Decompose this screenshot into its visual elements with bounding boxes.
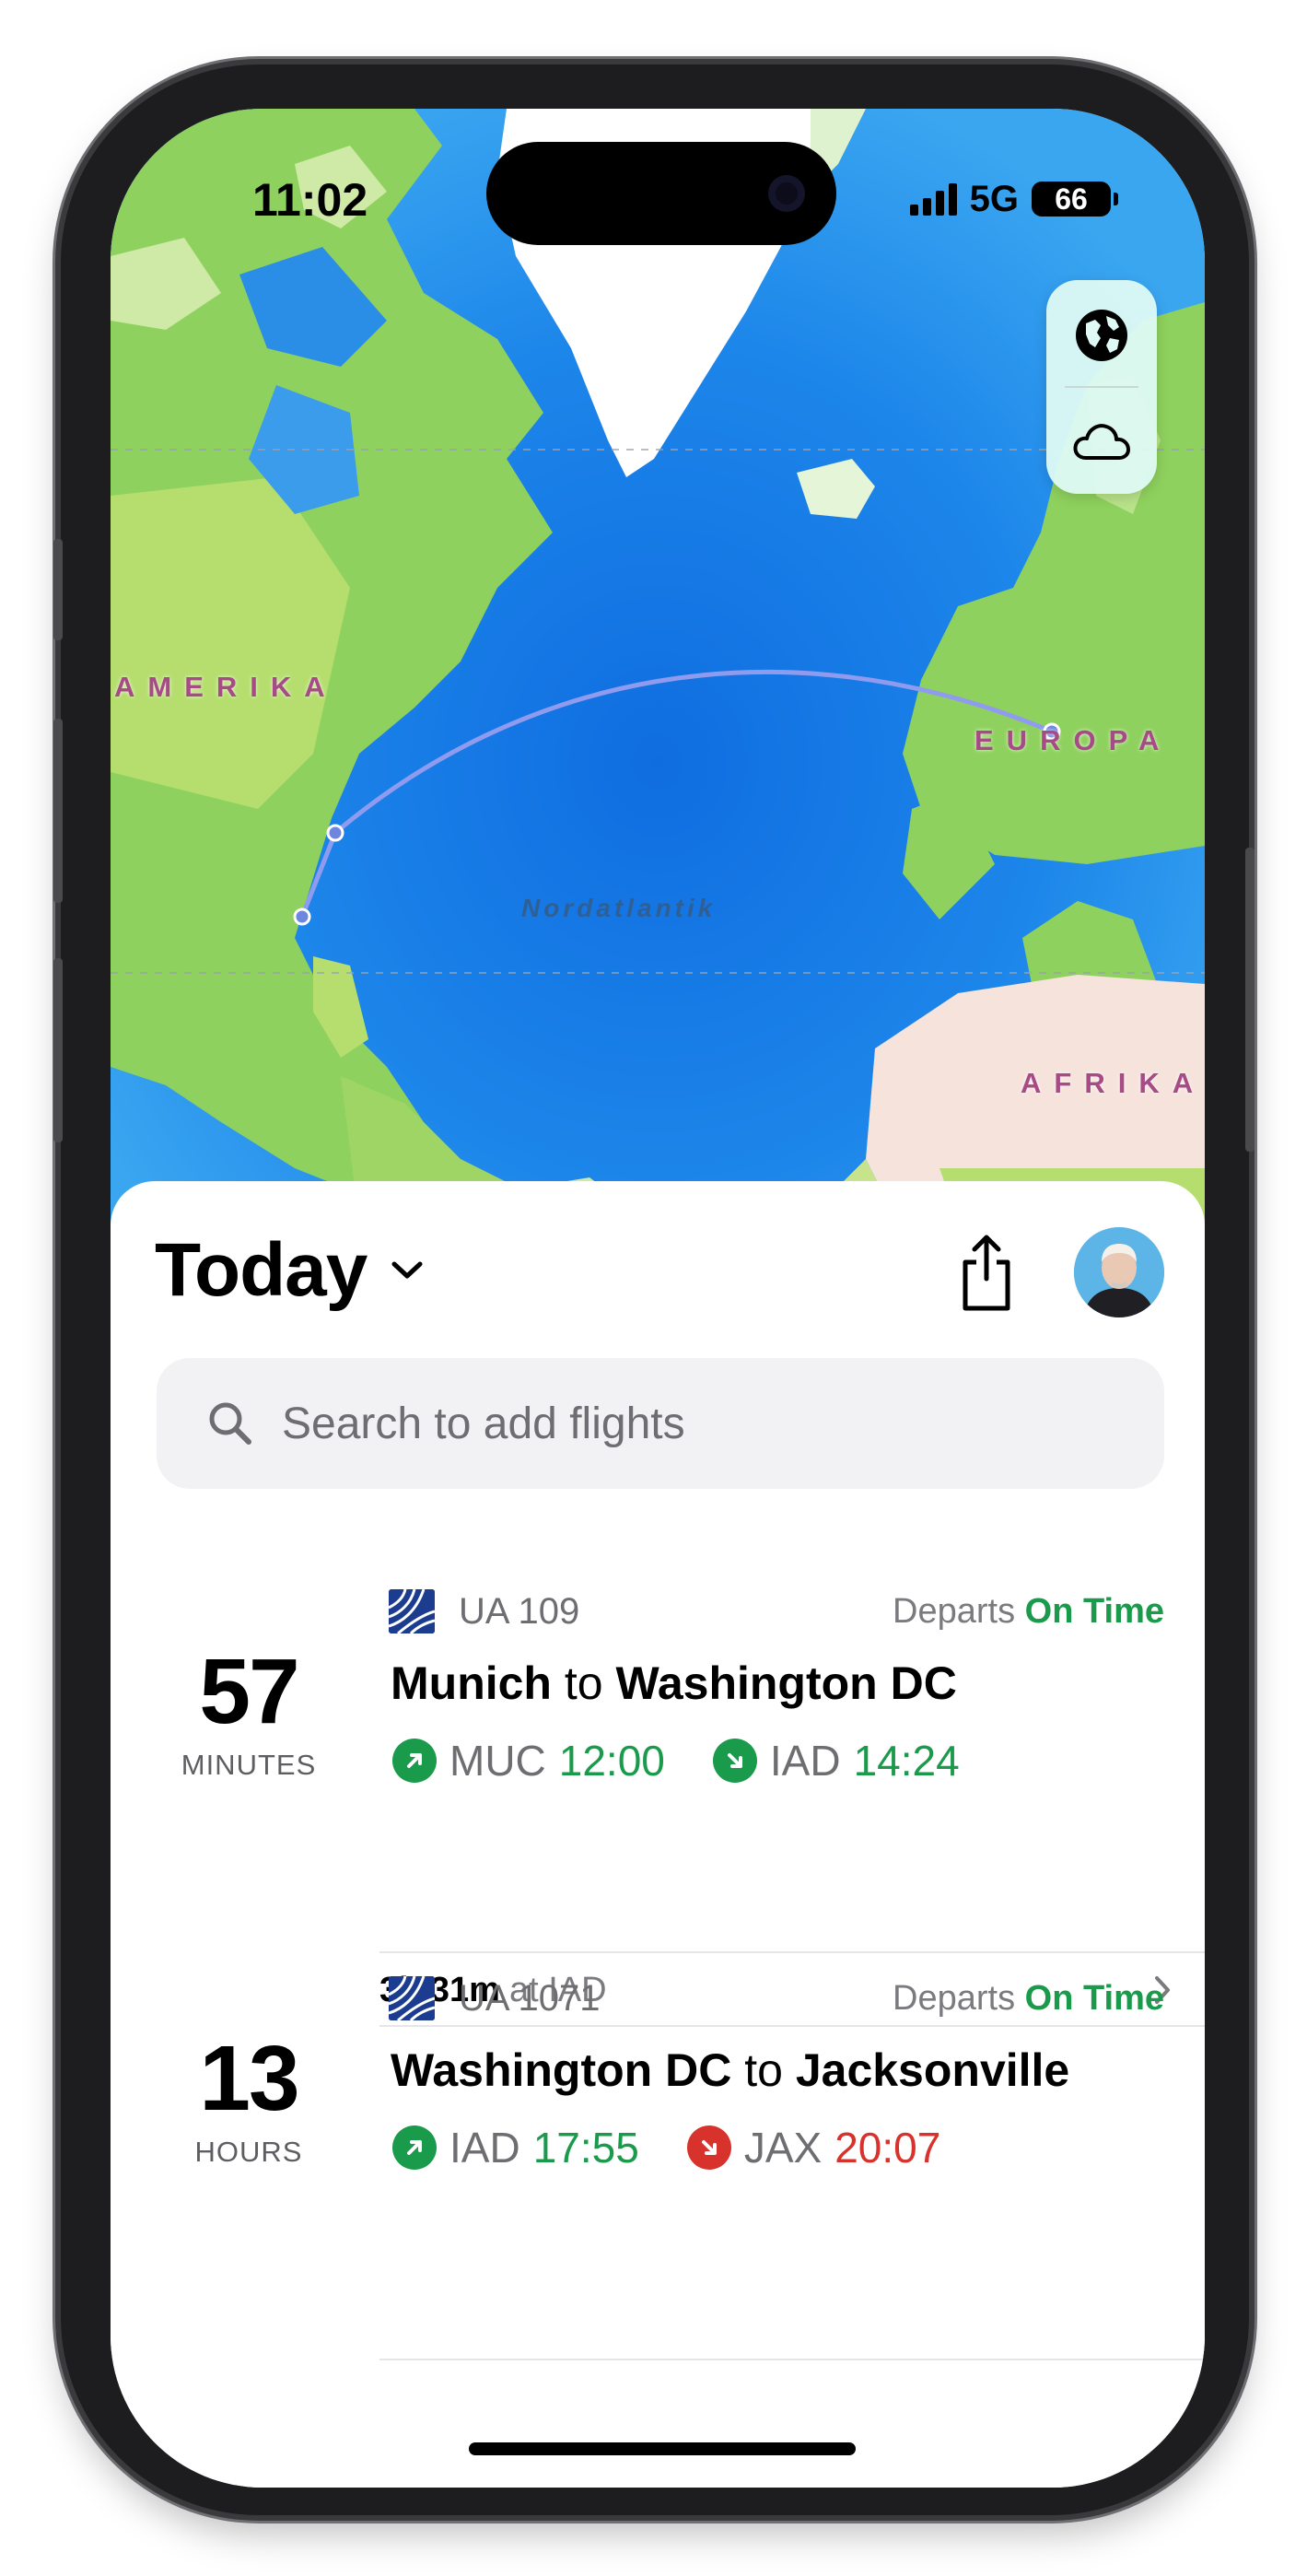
- departure-time: 12:00: [558, 1737, 665, 1785]
- flight-map[interactable]: AMERIKA EUROPA AFRIKA Nordatlantik: [111, 109, 1205, 1297]
- flight-status: Departs On Time: [893, 1592, 1164, 1632]
- avatar[interactable]: [1074, 1227, 1164, 1317]
- united-logo-icon: [389, 1589, 435, 1633]
- route-to: Washington DC: [615, 1657, 957, 1709]
- volume-down-button: [53, 958, 63, 1142]
- chevron-down-icon: [391, 1261, 423, 1279]
- departure-arrow-icon: [392, 2125, 437, 2170]
- flight-header: UA 109 Departs On Time: [389, 1588, 1164, 1634]
- departure-arrow-icon: [392, 1739, 437, 1783]
- departure-code: IAD: [449, 2124, 520, 2172]
- flights-sheet: Today Search to add flights 57 MINUTES U…: [111, 1181, 1205, 2488]
- flight-card-ua109[interactable]: 57 MINUTES UA 109 Departs On Time Munich…: [111, 1583, 1205, 1800]
- globe-icon: [1076, 310, 1127, 361]
- map-label-north-america: AMERIKA: [114, 671, 338, 703]
- departure-code: MUC: [449, 1737, 546, 1785]
- volume-up-button: [53, 719, 63, 903]
- flight-number: UA 109: [459, 1590, 580, 1632]
- flight-times: MUC 12:00 IAD 14:24: [392, 1736, 960, 1786]
- arrival-arrow-icon: [712, 1739, 757, 1783]
- status-time: 11:02: [252, 174, 368, 226]
- search-input[interactable]: Search to add flights: [157, 1358, 1164, 1489]
- route-to: Jacksonville: [795, 2044, 1070, 2096]
- divider: [379, 2359, 1205, 2360]
- route-from: Washington DC: [391, 2044, 732, 2096]
- route-connector: to: [564, 1657, 603, 1709]
- countdown-value: 57: [199, 1640, 299, 1743]
- flight-header: UA 1071 Departs On Time: [389, 1975, 1164, 2021]
- status-value: On Time: [1024, 1978, 1164, 2018]
- map-label-africa: AFRIKA: [1021, 1067, 1205, 1099]
- weather-button[interactable]: [1046, 389, 1157, 492]
- status-indicators: 5G 66: [909, 171, 1118, 227]
- countdown-unit: HOURS: [194, 2136, 303, 2168]
- departure-time: 17:55: [532, 2124, 639, 2172]
- share-button[interactable]: [954, 1231, 1019, 1314]
- flight-route: Washington DC to Jacksonville: [391, 2043, 1069, 2097]
- search-icon: [209, 1402, 251, 1445]
- screen: AMERIKA EUROPA AFRIKA Nordatlantik 11:02…: [111, 109, 1205, 2488]
- status-prefix: Departs: [893, 1978, 1016, 2018]
- map-label-ocean: Nordatlantik: [521, 894, 717, 922]
- action-button: [53, 539, 63, 640]
- route-from: Munich: [391, 1657, 552, 1709]
- globe-button[interactable]: [1046, 284, 1157, 387]
- flight-times: IAD 17:55 JAX 20:07: [392, 2123, 940, 2172]
- power-button: [1245, 848, 1254, 1152]
- route-connector: to: [744, 2044, 783, 2096]
- countdown-value: 13: [199, 2027, 299, 2130]
- battery-icon: 66: [1032, 181, 1118, 217]
- page-title: Today: [155, 1228, 368, 1312]
- status-value: On Time: [1024, 1591, 1164, 1631]
- countdown: 57 MINUTES: [147, 1645, 350, 1782]
- arrival-time: 20:07: [834, 2124, 941, 2172]
- arrival-code: IAD: [769, 1737, 841, 1785]
- dynamic-island: [486, 142, 836, 245]
- map-controls: [1046, 280, 1157, 494]
- flight-card-ua1071[interactable]: 13 HOURS UA 1071 Departs On Time Washing…: [111, 1970, 1205, 2187]
- united-logo-icon: [389, 1976, 435, 2020]
- battery-level: 66: [1055, 181, 1088, 216]
- share-icon: [963, 1235, 1010, 1311]
- arrival-arrow-icon: [686, 2125, 731, 2170]
- flight-status: Departs On Time: [893, 1979, 1164, 2019]
- home-indicator[interactable]: [469, 2442, 856, 2455]
- cloud-icon: [1073, 424, 1130, 460]
- arrival-code: JAX: [743, 2124, 823, 2172]
- arrival-time: 14:24: [853, 1737, 960, 1785]
- countdown: 13 HOURS: [147, 2032, 350, 2169]
- flight-route: Munich to Washington DC: [391, 1657, 957, 1710]
- signal-icon: [909, 182, 957, 216]
- map-label-europe: EUROPA: [974, 724, 1173, 756]
- network-type: 5G: [969, 178, 1019, 219]
- date-selector[interactable]: Today: [155, 1227, 426, 1314]
- status-prefix: Departs: [893, 1591, 1016, 1631]
- search-placeholder: Search to add flights: [282, 1399, 685, 1448]
- countdown-unit: MINUTES: [181, 1749, 317, 1781]
- flight-number: UA 1071: [459, 1977, 601, 2019]
